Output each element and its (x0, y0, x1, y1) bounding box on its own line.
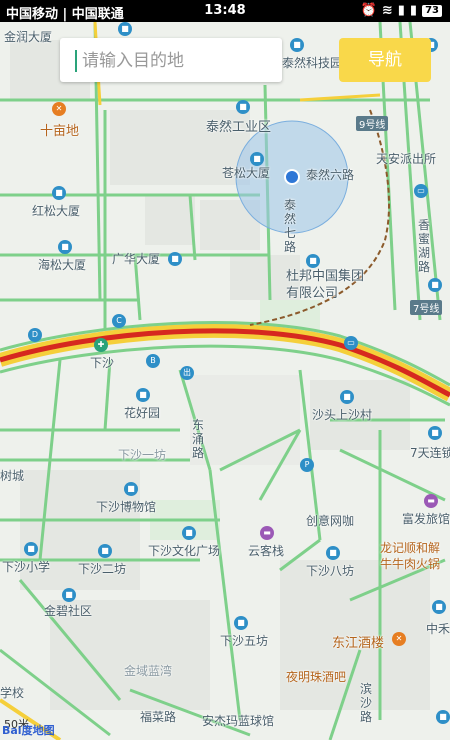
pin-icon[interactable]: ■ (24, 542, 38, 556)
pin-icon[interactable]: ■ (428, 278, 442, 292)
poi-yunkezhan: 云客栈 (248, 544, 285, 558)
poi-bowuguan: 下沙博物馆 (96, 500, 157, 514)
poi-chuangyi: 创意网咖 (306, 514, 355, 528)
poi-guanghua: 广华大厦 (112, 252, 161, 266)
poi-jinrun: 金润大厦 (4, 30, 53, 44)
pin-icon[interactable]: ■ (118, 22, 132, 36)
pin-icon[interactable]: ■ (62, 588, 76, 602)
hotel-pin-icon[interactable]: ▬ (260, 526, 274, 540)
poi-shucheng: 树城 (0, 469, 25, 483)
road-tairan-7: 泰然七路 (284, 198, 297, 254)
pin-icon[interactable]: ■ (52, 186, 66, 200)
pin-icon[interactable]: ■ (236, 100, 250, 114)
pin-icon[interactable]: ■ (124, 482, 138, 496)
pin-icon[interactable]: ■ (432, 600, 446, 614)
hotel-pin-icon[interactable]: ▬ (424, 494, 438, 508)
pin-icon[interactable]: ■ (182, 526, 196, 540)
alarm-icon: ⏰ (360, 3, 377, 18)
pin-icon[interactable]: ■ (428, 426, 442, 440)
restaurant-pin-icon[interactable]: ✕ (392, 632, 406, 646)
poi-cangsong: 苍松大厦 (222, 166, 271, 180)
poi-wenhua-guangchang: 下沙文化广场 (148, 544, 221, 558)
pin-icon[interactable]: ■ (250, 152, 264, 166)
poi-yemingzhu: 夜明珠酒吧 (286, 670, 347, 684)
navigate-button[interactable]: 导航 (339, 38, 431, 82)
b-marker-icon[interactable]: B (146, 354, 160, 368)
poi-xiasha: 下沙 (90, 356, 115, 370)
metro-station-icon[interactable]: ✚ (94, 338, 108, 352)
poi-haisong: 海松大厦 (38, 258, 87, 272)
poi-anjie: 安杰玛蓝球馆 (202, 714, 275, 728)
status-bar: 中国移动 | 中国联通 13:48 ⏰ ≋ ▮ ▮ 73 (0, 0, 450, 22)
metro-line-7: 7号线 (410, 300, 443, 315)
poi-fufa: 富发旅馆 (402, 512, 450, 526)
poi-tairan-gongye: 泰然工业区 (206, 120, 272, 135)
poi-bafang: 下沙八坊 (306, 564, 355, 578)
metro-line-9: 9号线 (356, 116, 389, 131)
road-binsha: 滨沙路 (360, 682, 373, 724)
bus-pin-icon[interactable]: ▭ (414, 184, 428, 198)
pin-icon[interactable]: ■ (234, 616, 248, 630)
baidu-map-logo: Bai度地图 (2, 724, 55, 737)
c-marker-icon[interactable]: C (112, 314, 126, 328)
road-tairan-6: 泰然六路 (306, 168, 355, 182)
restaurant-pin-icon[interactable]: ✕ (52, 102, 66, 116)
area-jinyu: 金域蓝湾 (124, 664, 173, 678)
d-marker-icon[interactable]: D (28, 328, 42, 342)
pin-icon[interactable]: ■ (306, 254, 320, 268)
poi-7tian: 7天连锁 (410, 446, 450, 460)
battery-icon: 73 (422, 4, 442, 17)
poi-tianan-paichusuo: 天安派出所 (376, 152, 437, 166)
pin-icon[interactable]: ■ (136, 388, 150, 402)
poi-shimudi: 十亩地 (40, 124, 80, 139)
bus-pin-icon[interactable]: ▭ (344, 336, 358, 350)
poi-tairan-keji: 泰然科技园 (282, 56, 343, 70)
poi-dongjiang: 东江酒楼 (332, 636, 385, 651)
pin-icon[interactable]: ■ (290, 38, 304, 52)
pin-icon[interactable]: ■ (58, 240, 72, 254)
pin-icon[interactable]: ■ (340, 390, 354, 404)
poi-wufang: 下沙五坊 (220, 634, 269, 648)
poi-shatou: 沙头上沙村 (312, 408, 373, 422)
parking-icon[interactable]: P (300, 458, 314, 472)
poi-jinbi: 金碧社区 (44, 604, 93, 618)
map-view[interactable]: 金润大厦 泰然科技园 十亩地 泰然工业区 9号线 天安派出所 红松大厦 苍松大厦… (0, 22, 450, 740)
exit-marker-icon[interactable]: 出 (180, 366, 194, 380)
road-dongyong: 东涌路 (192, 418, 205, 460)
search-bar[interactable] (60, 38, 282, 82)
road-xiangmihu: 香蜜湖路 (418, 218, 431, 274)
poi-longji: 龙记顺和解牛牛肉火锅 (380, 541, 441, 571)
pin-icon[interactable]: ■ (436, 710, 450, 724)
poi-xuexiao: 学校 (0, 686, 25, 700)
poi-zhonghe: 中禾 (426, 622, 450, 636)
poi-huahaoyuan: 花好园 (124, 406, 161, 420)
pin-icon[interactable]: ■ (326, 546, 340, 560)
pin-icon[interactable]: ■ (98, 544, 112, 558)
signal-icon: ▮ (397, 3, 405, 18)
road-futian: 福菜路 (140, 710, 177, 724)
poi-xiasha-xiaoxue: 下沙小学 (2, 560, 51, 574)
destination-input[interactable] (80, 44, 274, 78)
poi-hongsong: 红松大厦 (32, 204, 81, 218)
poi-dubang: 杜邦中国集团有限公司 (286, 269, 365, 301)
wifi-icon: ≋ (381, 3, 393, 18)
text-cursor (75, 50, 77, 72)
area-xiasha-yifang: 下沙一坊 (118, 448, 167, 462)
status-icons: ⏰ ≋ ▮ ▮ 73 (361, 3, 442, 18)
poi-erfang: 下沙二坊 (78, 562, 127, 576)
pin-icon[interactable]: ■ (168, 252, 182, 266)
signal-icon-2: ▮ (409, 3, 418, 18)
